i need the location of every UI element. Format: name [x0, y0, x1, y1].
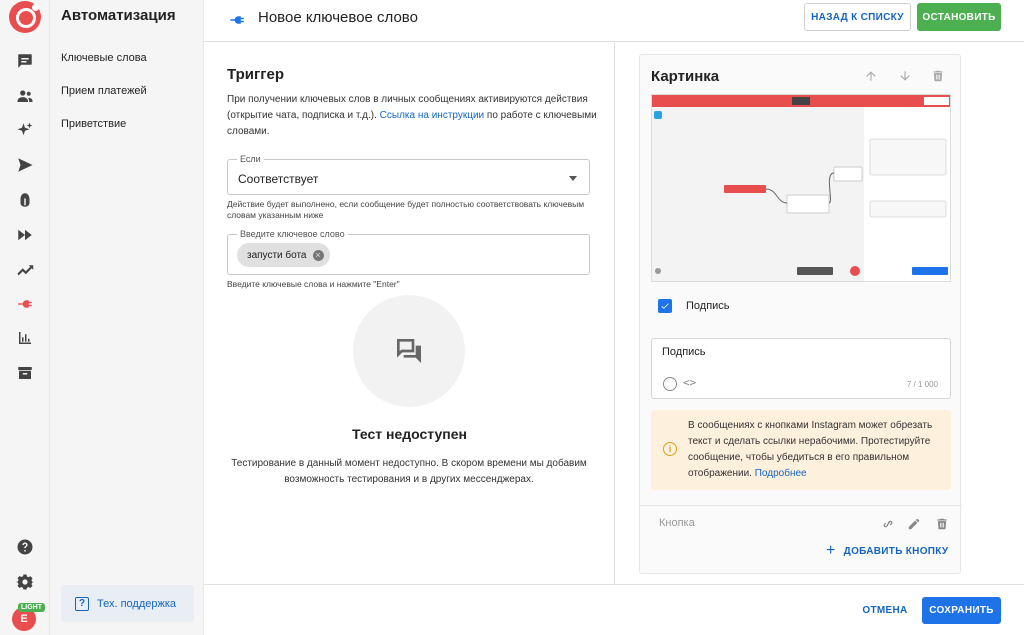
- condition-select[interactable]: Если Соответствует: [227, 154, 590, 195]
- question-icon: ?: [75, 596, 89, 611]
- caption-text: Подпись: [662, 346, 706, 358]
- chat-bubbles-icon: [397, 339, 421, 363]
- pencil-icon[interactable]: [907, 517, 921, 531]
- picture-card: Картинка Подпись Подпись <> 7 / 1 000 i …: [639, 54, 962, 574]
- cancel-button[interactable]: ОТМЕНА: [855, 597, 915, 624]
- check-icon: [661, 303, 669, 309]
- warning-text: В сообщениях с кнопками Instagram может …: [688, 420, 933, 479]
- chevron-down-icon: [569, 176, 577, 181]
- fast-forward-icon[interactable]: [15, 225, 35, 245]
- arrow-down-icon[interactable]: [898, 69, 912, 83]
- instructions-link[interactable]: Ссылка на инструкции: [380, 110, 484, 121]
- plug-icon[interactable]: [15, 294, 35, 314]
- plug-icon: [230, 16, 244, 24]
- char-counter: 7 / 1 000: [906, 380, 938, 389]
- page-footer: ОТМЕНА СОХРАНИТЬ: [204, 584, 1024, 635]
- sparkle-icon[interactable]: [15, 120, 35, 140]
- image-preview: [652, 95, 950, 281]
- emoji-icon[interactable]: [663, 377, 677, 391]
- nav-item-payments[interactable]: Прием платежей: [61, 85, 147, 97]
- plan-badge: LIGHT: [18, 603, 45, 612]
- keyword-helper: Введите ключевые слова и нажмите "Enter": [227, 279, 400, 289]
- arrow-up-icon[interactable]: [864, 69, 878, 83]
- trash-icon[interactable]: [935, 517, 949, 531]
- chip-remove-icon[interactable]: ×: [312, 249, 324, 261]
- info-icon: i: [663, 442, 677, 456]
- trigger-description: При получении ключевых слов в личных соо…: [227, 94, 597, 137]
- trigger-title: Триггер: [227, 66, 284, 83]
- page-title: Новое ключевое слово: [258, 9, 418, 26]
- caption-checkbox-label: Подпись: [686, 300, 730, 312]
- keyword-input[interactable]: Введите ключевое слово запусти бота ×: [227, 229, 590, 275]
- trash-icon[interactable]: [931, 69, 945, 83]
- section-nav: Автоматизация Ключевые слова Прием плате…: [50, 0, 204, 635]
- attached-image[interactable]: [651, 94, 951, 282]
- picture-card-title: Картинка: [651, 68, 720, 85]
- help-icon[interactable]: [15, 537, 35, 557]
- nav-item-greeting[interactable]: Приветствие: [61, 118, 126, 130]
- chat-icon[interactable]: [15, 51, 35, 71]
- test-description: Тестирование в данный момент недоступно.…: [231, 458, 587, 485]
- condition-value: Соответствует: [238, 172, 319, 186]
- keyword-chip[interactable]: запусти бота ×: [237, 243, 330, 267]
- section-title: Автоматизация: [61, 7, 176, 24]
- add-button-label: ДОБАВИТЬ КНОПКУ: [843, 545, 949, 557]
- button-row[interactable]: Кнопка: [640, 505, 962, 537]
- save-button[interactable]: СОХРАНИТЬ: [922, 597, 1001, 624]
- support-button[interactable]: ? Тех. поддержка: [61, 585, 194, 622]
- condition-label: Если: [237, 154, 264, 164]
- nav-item-keywords[interactable]: Ключевые слова: [61, 52, 147, 64]
- icon-rail: E LIGHT: [0, 0, 50, 635]
- caption-textarea[interactable]: Подпись <> 7 / 1 000: [651, 338, 951, 399]
- settings-icon[interactable]: [15, 572, 35, 592]
- add-button-button[interactable]: + ДОБАВИТЬ КНОПКУ: [826, 543, 948, 559]
- brand-logo-icon[interactable]: [9, 1, 41, 33]
- test-unavailable-illustration: [353, 295, 465, 407]
- trending-icon[interactable]: [15, 259, 35, 279]
- message-pane: Картинка Подпись Подпись <> 7 / 1 000 i …: [615, 42, 1024, 584]
- users-icon[interactable]: [15, 86, 35, 106]
- code-icon[interactable]: <>: [683, 376, 696, 389]
- instagram-warning: i В сообщениях с кнопками Instagram може…: [651, 410, 951, 490]
- support-label: Тех. поддержка: [97, 597, 177, 610]
- bar-chart-icon[interactable]: [15, 328, 35, 348]
- test-title: Тест недоступен: [352, 426, 467, 442]
- learn-more-link[interactable]: Подробнее: [755, 468, 807, 479]
- archive-icon[interactable]: [15, 363, 35, 383]
- link-icon[interactable]: [881, 517, 895, 531]
- trigger-pane: Триггер При получении ключевых слов в ли…: [204, 42, 615, 584]
- keyword-label: Введите ключевое слово: [237, 229, 348, 239]
- bug-icon[interactable]: [15, 190, 35, 210]
- page-header: Новое ключевое слово НАЗАД К СПИСКУ ОСТА…: [204, 0, 1024, 42]
- caption-checkbox[interactable]: [658, 299, 672, 313]
- plus-icon: +: [826, 542, 836, 559]
- condition-helper: Действие будет выполнено, если сообщение…: [227, 199, 585, 220]
- send-icon[interactable]: [15, 155, 35, 175]
- stop-button[interactable]: ОСТАНОВИТЬ: [917, 3, 1001, 31]
- button-placeholder: Кнопка: [659, 517, 695, 529]
- keyword-chip-label: запусти бота: [247, 249, 307, 261]
- back-to-list-button[interactable]: НАЗАД К СПИСКУ: [804, 3, 911, 31]
